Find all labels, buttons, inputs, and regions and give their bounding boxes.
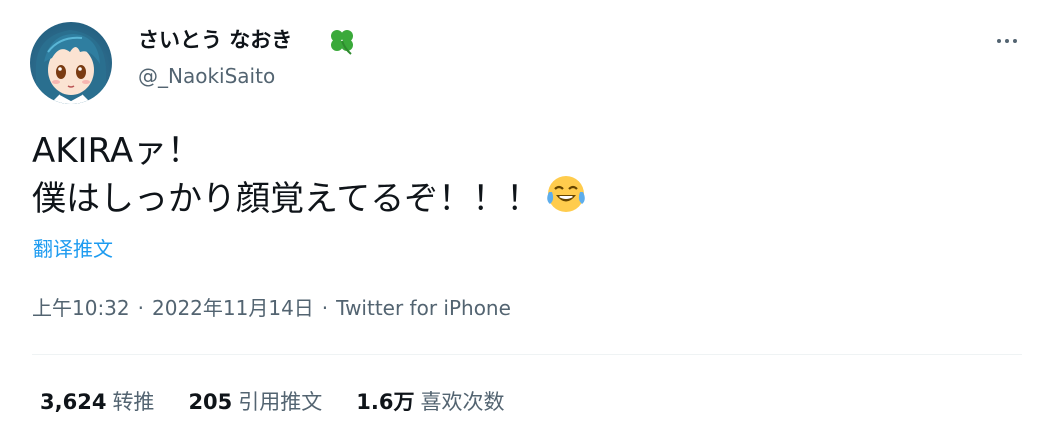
display-name[interactable]: さいとう なおき: [138, 26, 292, 54]
tweet-line-2-text: 僕はしっかり顔覚えてるぞ！！！: [32, 179, 541, 219]
user-handle[interactable]: @_NaokiSaito: [138, 62, 275, 90]
likes-count: 1.6万: [356, 390, 415, 414]
quotes-label: 引用推文: [238, 390, 323, 414]
retweets-stat[interactable]: 3,624 转推: [40, 386, 154, 418]
tweet-source[interactable]: Twitter for iPhone: [336, 296, 511, 320]
tweet-metadata: 上午10:32 · 2022年11月14日 · Twitter for iPhone: [32, 292, 511, 324]
retweets-count: 3,624: [40, 390, 107, 414]
tweet-time[interactable]: 上午10:32: [32, 296, 130, 320]
meta-separator: ·: [321, 296, 329, 320]
quotes-stat[interactable]: 205 引用推文: [188, 386, 322, 418]
avatar-illustration: [35, 30, 106, 104]
four-leaf-clover-icon: [331, 30, 353, 55]
face-with-tears-of-joy-icon: [547, 176, 586, 212]
more-options-button[interactable]: [985, 26, 1029, 56]
translate-tweet-link[interactable]: 翻译推文: [33, 234, 113, 264]
tweet: さいとう なおき @_NaokiSaito AKIRAァ！ 僕はしっかり顔覚えて…: [0, 0, 1048, 442]
likes-stat[interactable]: 1.6万 喜欢次数: [356, 386, 504, 418]
more-dot-icon: [1013, 39, 1017, 43]
tweet-line-2: 僕はしっかり顔覚えてるぞ！！！: [32, 174, 586, 220]
more-dot-icon: [1005, 39, 1009, 43]
tweet-line-1: AKIRAァ！: [32, 131, 202, 171]
tweet-text: AKIRAァ！ 僕はしっかり顔覚えてるぞ！！！: [32, 128, 586, 220]
divider: [32, 354, 1022, 355]
meta-separator: ·: [137, 296, 144, 320]
more-dot-icon: [997, 39, 1001, 43]
quotes-count: 205: [188, 390, 233, 414]
likes-label: 喜欢次数: [420, 390, 505, 414]
tweet-date[interactable]: 2022年11月14日: [152, 296, 314, 320]
retweets-label: 转推: [112, 390, 155, 414]
tweet-stats: 3,624 转推 205 引用推文 1.6万 喜欢次数: [40, 386, 504, 418]
avatar[interactable]: [30, 22, 112, 104]
